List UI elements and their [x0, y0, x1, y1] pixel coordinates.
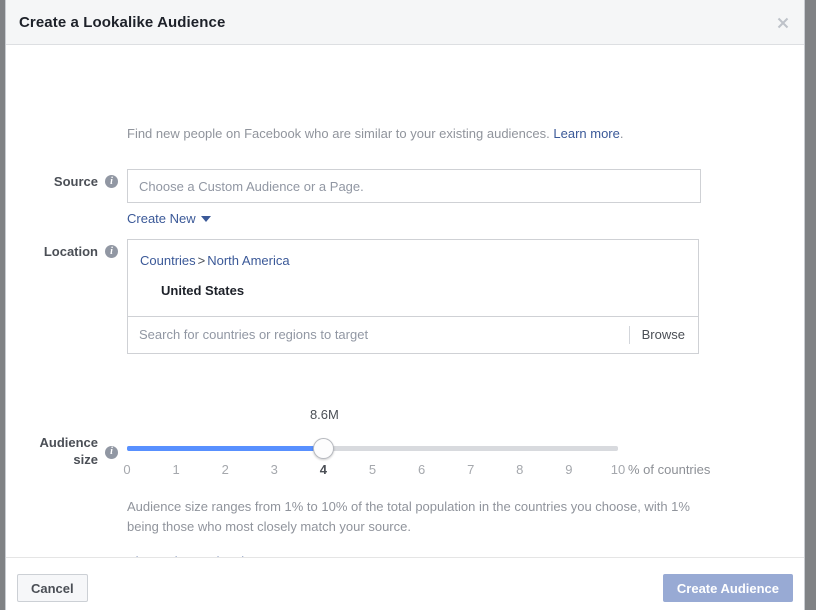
- cancel-button[interactable]: Cancel: [17, 574, 88, 602]
- location-selected-item[interactable]: United States: [161, 283, 686, 298]
- audience-size-label-line2: size: [73, 452, 98, 467]
- audience-size-value-label: 8.6M: [310, 407, 339, 422]
- dialog-header: Create a Lookalike Audience: [6, 0, 804, 45]
- page-scrollbar-gutter[interactable]: [805, 0, 816, 610]
- dialog-title: Create a Lookalike Audience: [19, 14, 225, 31]
- chevron-down-icon: [201, 216, 211, 222]
- slider-tick-0[interactable]: 0: [123, 462, 130, 477]
- location-search-input[interactable]: Search for countries or regions to targe…: [128, 317, 629, 353]
- audience-size-description: Audience size ranges from 1% to 10% of t…: [127, 497, 717, 537]
- audience-size-slider-track[interactable]: [127, 446, 618, 451]
- slider-thumb[interactable]: [313, 438, 334, 459]
- intro-sentence: Find new people on Facebook who are simi…: [127, 126, 550, 141]
- audience-size-slider-column: 8.6M % of countries 012345678910: [127, 431, 747, 478]
- audience-size-label: Audience size: [20, 434, 98, 468]
- location-row: Location i Countries>North America Unite…: [20, 239, 699, 354]
- close-icon[interactable]: [771, 11, 795, 35]
- location-label-wrap: Location i: [20, 239, 118, 260]
- breadcrumb-north-america[interactable]: North America: [207, 253, 289, 268]
- audience-size-row: Audience size i 8.6M % of countries 0123…: [20, 431, 747, 478]
- intro-text: Find new people on Facebook who are simi…: [127, 125, 623, 142]
- browse-button[interactable]: Browse: [629, 326, 698, 344]
- page-root: Create a Lookalike Audience Find new peo…: [0, 0, 816, 610]
- breadcrumb: Countries>North America: [140, 253, 686, 269]
- source-input[interactable]: Choose a Custom Audience or a Page.: [127, 169, 701, 203]
- source-label-wrap: Source i: [20, 169, 118, 190]
- create-audience-button: Create Audience: [663, 574, 793, 602]
- location-label: Location: [20, 244, 98, 260]
- source-label: Source: [20, 174, 98, 190]
- slider-tick-2[interactable]: 2: [222, 462, 229, 477]
- audience-size-label-wrap: Audience size i: [20, 431, 118, 471]
- dialog-body: Find new people on Facebook who are simi…: [6, 45, 804, 557]
- audience-size-label-line1: Audience: [39, 435, 98, 450]
- location-search-row: Search for countries or regions to targe…: [128, 317, 698, 353]
- slider-tick-1[interactable]: 1: [172, 462, 179, 477]
- learn-more-link[interactable]: Learn more: [553, 126, 619, 141]
- create-lookalike-audience-dialog: Create a Lookalike Audience Find new peo…: [5, 0, 805, 610]
- info-icon-source[interactable]: i: [105, 175, 118, 188]
- slider-tick-6[interactable]: 6: [418, 462, 425, 477]
- slider-tick-7[interactable]: 7: [467, 462, 474, 477]
- slider-tick-9[interactable]: 9: [565, 462, 572, 477]
- location-search-placeholder: Search for countries or regions to targe…: [139, 327, 368, 342]
- slider-tick-5[interactable]: 5: [369, 462, 376, 477]
- breadcrumb-separator: >: [196, 253, 208, 268]
- info-icon-location[interactable]: i: [105, 245, 118, 258]
- location-selected-panel: Countries>North America United States: [128, 240, 698, 317]
- source-row: Source i Choose a Custom Audience or a P…: [20, 169, 701, 228]
- source-field-column: Choose a Custom Audience or a Page. Crea…: [127, 169, 701, 228]
- source-input-placeholder: Choose a Custom Audience or a Page.: [139, 179, 364, 194]
- slider-tick-labels: % of countries 012345678910: [127, 462, 747, 478]
- location-box: Countries>North America United States Se…: [127, 239, 699, 354]
- create-new-link[interactable]: Create New: [127, 211, 211, 226]
- dialog-footer: Cancel Create Audience: [6, 557, 804, 610]
- create-new-label: Create New: [127, 211, 196, 226]
- slider-unit-label: % of countries: [628, 462, 710, 477]
- intro-period: .: [620, 126, 624, 141]
- slider-filled-portion: [127, 446, 323, 451]
- slider-tick-8[interactable]: 8: [516, 462, 523, 477]
- slider-tick-10[interactable]: 10: [611, 462, 625, 477]
- slider-tick-4[interactable]: 4: [320, 462, 327, 477]
- slider-tick-3[interactable]: 3: [271, 462, 278, 477]
- breadcrumb-countries[interactable]: Countries: [140, 253, 196, 268]
- info-icon-audience-size[interactable]: i: [105, 446, 118, 459]
